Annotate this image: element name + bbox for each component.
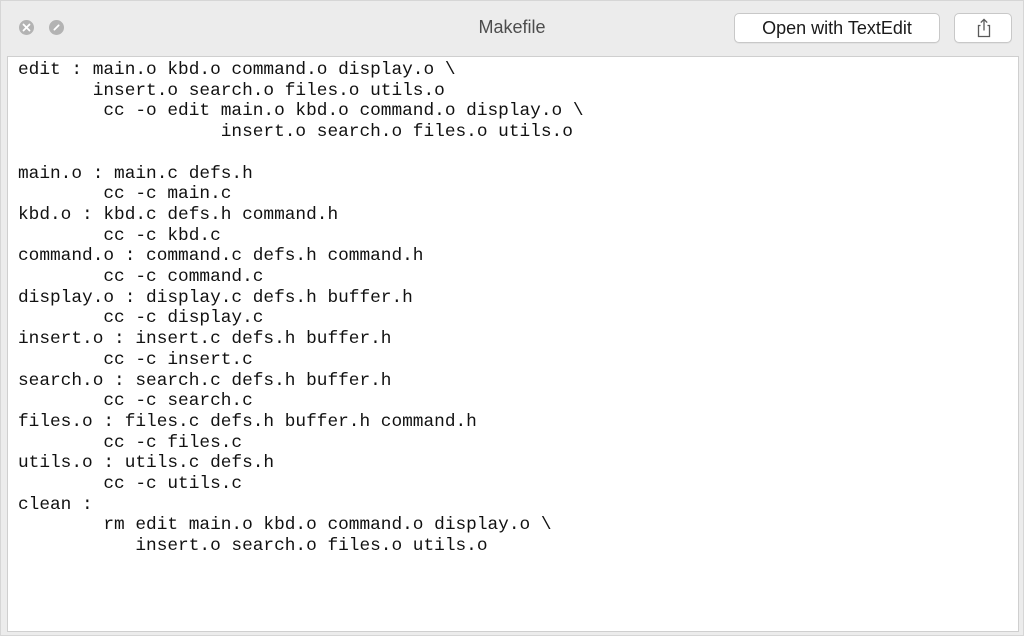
- makefile-text: edit : main.o kbd.o command.o display.o …: [18, 60, 584, 557]
- close-icon: [22, 23, 31, 32]
- open-with-textedit-button[interactable]: Open with TextEdit: [734, 13, 940, 43]
- quick-look-window: Makefile Open with TextEdit edit : main.…: [0, 0, 1024, 636]
- share-icon: [977, 18, 991, 38]
- title-bar[interactable]: Makefile Open with TextEdit: [1, 1, 1023, 55]
- close-button[interactable]: [19, 20, 34, 35]
- minimize-icon: [53, 24, 60, 31]
- file-preview-pane[interactable]: edit : main.o kbd.o command.o display.o …: [7, 56, 1019, 632]
- share-button[interactable]: [954, 13, 1012, 43]
- minimize-button[interactable]: [49, 20, 64, 35]
